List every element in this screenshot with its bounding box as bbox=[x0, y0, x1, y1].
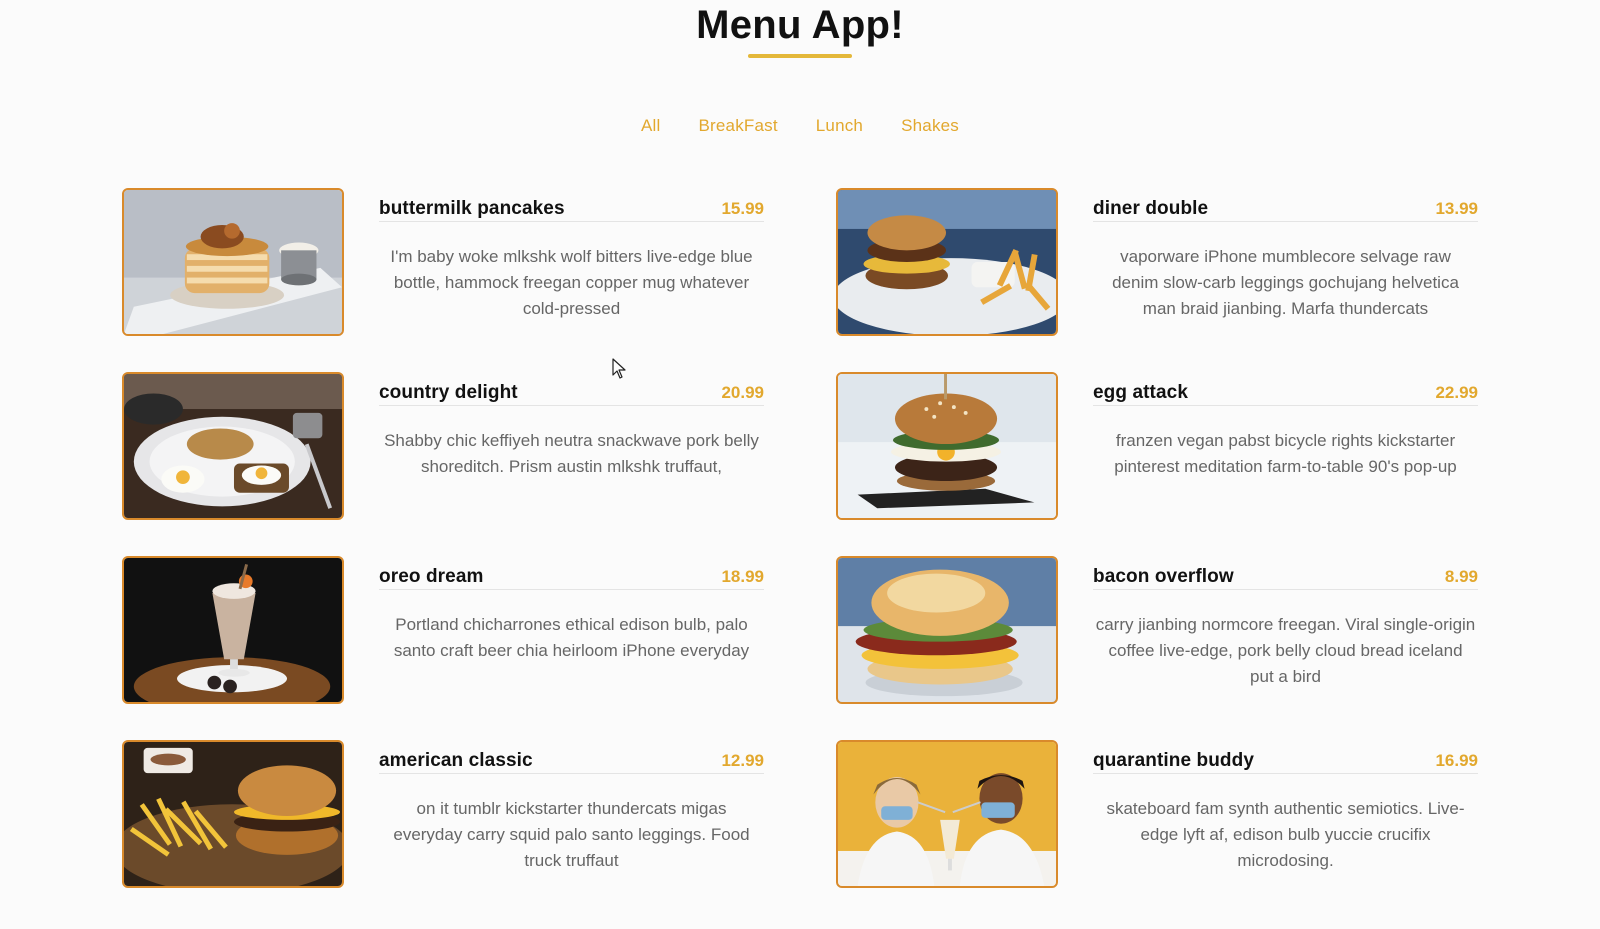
menu-item-info: country delight 20.99 Shabby chic keffiy… bbox=[379, 372, 764, 520]
menu-item: country delight 20.99 Shabby chic keffiy… bbox=[122, 372, 764, 520]
menu-item-name: diner double bbox=[1093, 197, 1209, 219]
menu-item-header: american classic 12.99 bbox=[379, 740, 764, 774]
menu-item-price: 13.99 bbox=[1435, 198, 1478, 218]
menu-item-header: bacon overflow 8.99 bbox=[1093, 556, 1478, 590]
menu-item-name: bacon overflow bbox=[1093, 565, 1234, 587]
menu-item-info: american classic 12.99 on it tumblr kick… bbox=[379, 740, 764, 888]
filter-lunch-button[interactable]: Lunch bbox=[797, 114, 882, 138]
menu-item-info: quarantine buddy 16.99 skateboard fam sy… bbox=[1093, 740, 1478, 888]
menu-item-price: 8.99 bbox=[1444, 566, 1478, 586]
couple-milkshake-photo bbox=[836, 740, 1058, 888]
egg-burger-photo bbox=[836, 372, 1058, 520]
menu-item-description: Portland chicharrones ethical edison bul… bbox=[393, 615, 750, 660]
eggs-toast-photo bbox=[122, 372, 344, 520]
menu-item-price: 16.99 bbox=[1435, 750, 1478, 770]
menu-item-name: egg attack bbox=[1093, 381, 1188, 403]
menu-item-info: bacon overflow 8.99 carry jianbing normc… bbox=[1093, 556, 1478, 704]
menu-item: buttermilk pancakes 15.99 I'm baby woke … bbox=[122, 188, 764, 336]
menu-item-header: diner double 13.99 bbox=[1093, 188, 1478, 222]
menu-item-price: 12.99 bbox=[721, 750, 764, 770]
menu-item: bacon overflow 8.99 carry jianbing normc… bbox=[836, 556, 1478, 704]
menu-page: Menu App! All BreakFast Lunch Shakes but… bbox=[0, 0, 1600, 929]
menu-item-info: oreo dream 18.99 Portland chicharrones e… bbox=[379, 556, 764, 704]
menu-item-header: buttermilk pancakes 15.99 bbox=[379, 188, 764, 222]
menu-item-description: vaporware iPhone mumblecore selvage raw … bbox=[1112, 247, 1459, 318]
milkshake-photo bbox=[122, 556, 344, 704]
page-title: Menu App! bbox=[696, 3, 904, 47]
menu-item-name: country delight bbox=[379, 381, 518, 403]
menu-item-info: egg attack 22.99 franzen vegan pabst bic… bbox=[1093, 372, 1478, 520]
menu-item-name: american classic bbox=[379, 749, 533, 771]
menu-item-description: franzen vegan pabst bicycle rights kicks… bbox=[1114, 431, 1457, 476]
menu-item-price: 22.99 bbox=[1435, 382, 1478, 402]
menu-item: american classic 12.99 on it tumblr kick… bbox=[122, 740, 764, 888]
menu-item: egg attack 22.99 franzen vegan pabst bic… bbox=[836, 372, 1478, 520]
menu-item: quarantine buddy 16.99 skateboard fam sy… bbox=[836, 740, 1478, 888]
menu-item-price: 20.99 bbox=[721, 382, 764, 402]
filter-all-button[interactable]: All bbox=[622, 114, 680, 138]
menu-item-info: diner double 13.99 vaporware iPhone mumb… bbox=[1093, 188, 1478, 336]
category-filters: All BreakFast Lunch Shakes bbox=[0, 114, 1600, 138]
menu-item-price: 15.99 bbox=[721, 198, 764, 218]
menu-item-name: oreo dream bbox=[379, 565, 484, 587]
menu-item-header: egg attack 22.99 bbox=[1093, 372, 1478, 406]
menu-grid: buttermilk pancakes 15.99 I'm baby woke … bbox=[122, 188, 1496, 888]
menu-item-info: buttermilk pancakes 15.99 I'm baby woke … bbox=[379, 188, 764, 336]
menu-item-description: I'm baby woke mlkshk wolf bitters live-e… bbox=[390, 247, 753, 318]
filter-shakes-button[interactable]: Shakes bbox=[882, 114, 978, 138]
menu-item-header: country delight 20.99 bbox=[379, 372, 764, 406]
menu-item: oreo dream 18.99 Portland chicharrones e… bbox=[122, 556, 764, 704]
classic-burger-photo bbox=[122, 740, 344, 888]
pancakes-photo bbox=[122, 188, 344, 336]
menu-item-description: skateboard fam synth authentic semiotics… bbox=[1106, 799, 1465, 870]
menu-item-name: buttermilk pancakes bbox=[379, 197, 565, 219]
menu-item-description: carry jianbing normcore freegan. Viral s… bbox=[1095, 615, 1476, 686]
menu-item-name: quarantine buddy bbox=[1093, 749, 1254, 771]
bacon-sandwich-photo bbox=[836, 556, 1058, 704]
menu-item: diner double 13.99 vaporware iPhone mumb… bbox=[836, 188, 1478, 336]
burger-fries-photo bbox=[836, 188, 1058, 336]
menu-item-description: Shabby chic keffiyeh neutra snackwave po… bbox=[384, 431, 759, 476]
filter-breakfast-button[interactable]: BreakFast bbox=[679, 114, 796, 138]
menu-item-header: quarantine buddy 16.99 bbox=[1093, 740, 1478, 774]
page-header: Menu App! bbox=[0, 0, 1600, 58]
mouse-cursor-icon bbox=[612, 358, 626, 379]
menu-item-header: oreo dream 18.99 bbox=[379, 556, 764, 590]
menu-item-description: on it tumblr kickstarter thundercats mig… bbox=[393, 799, 750, 870]
menu-item-price: 18.99 bbox=[721, 566, 764, 586]
title-underline bbox=[748, 54, 852, 58]
